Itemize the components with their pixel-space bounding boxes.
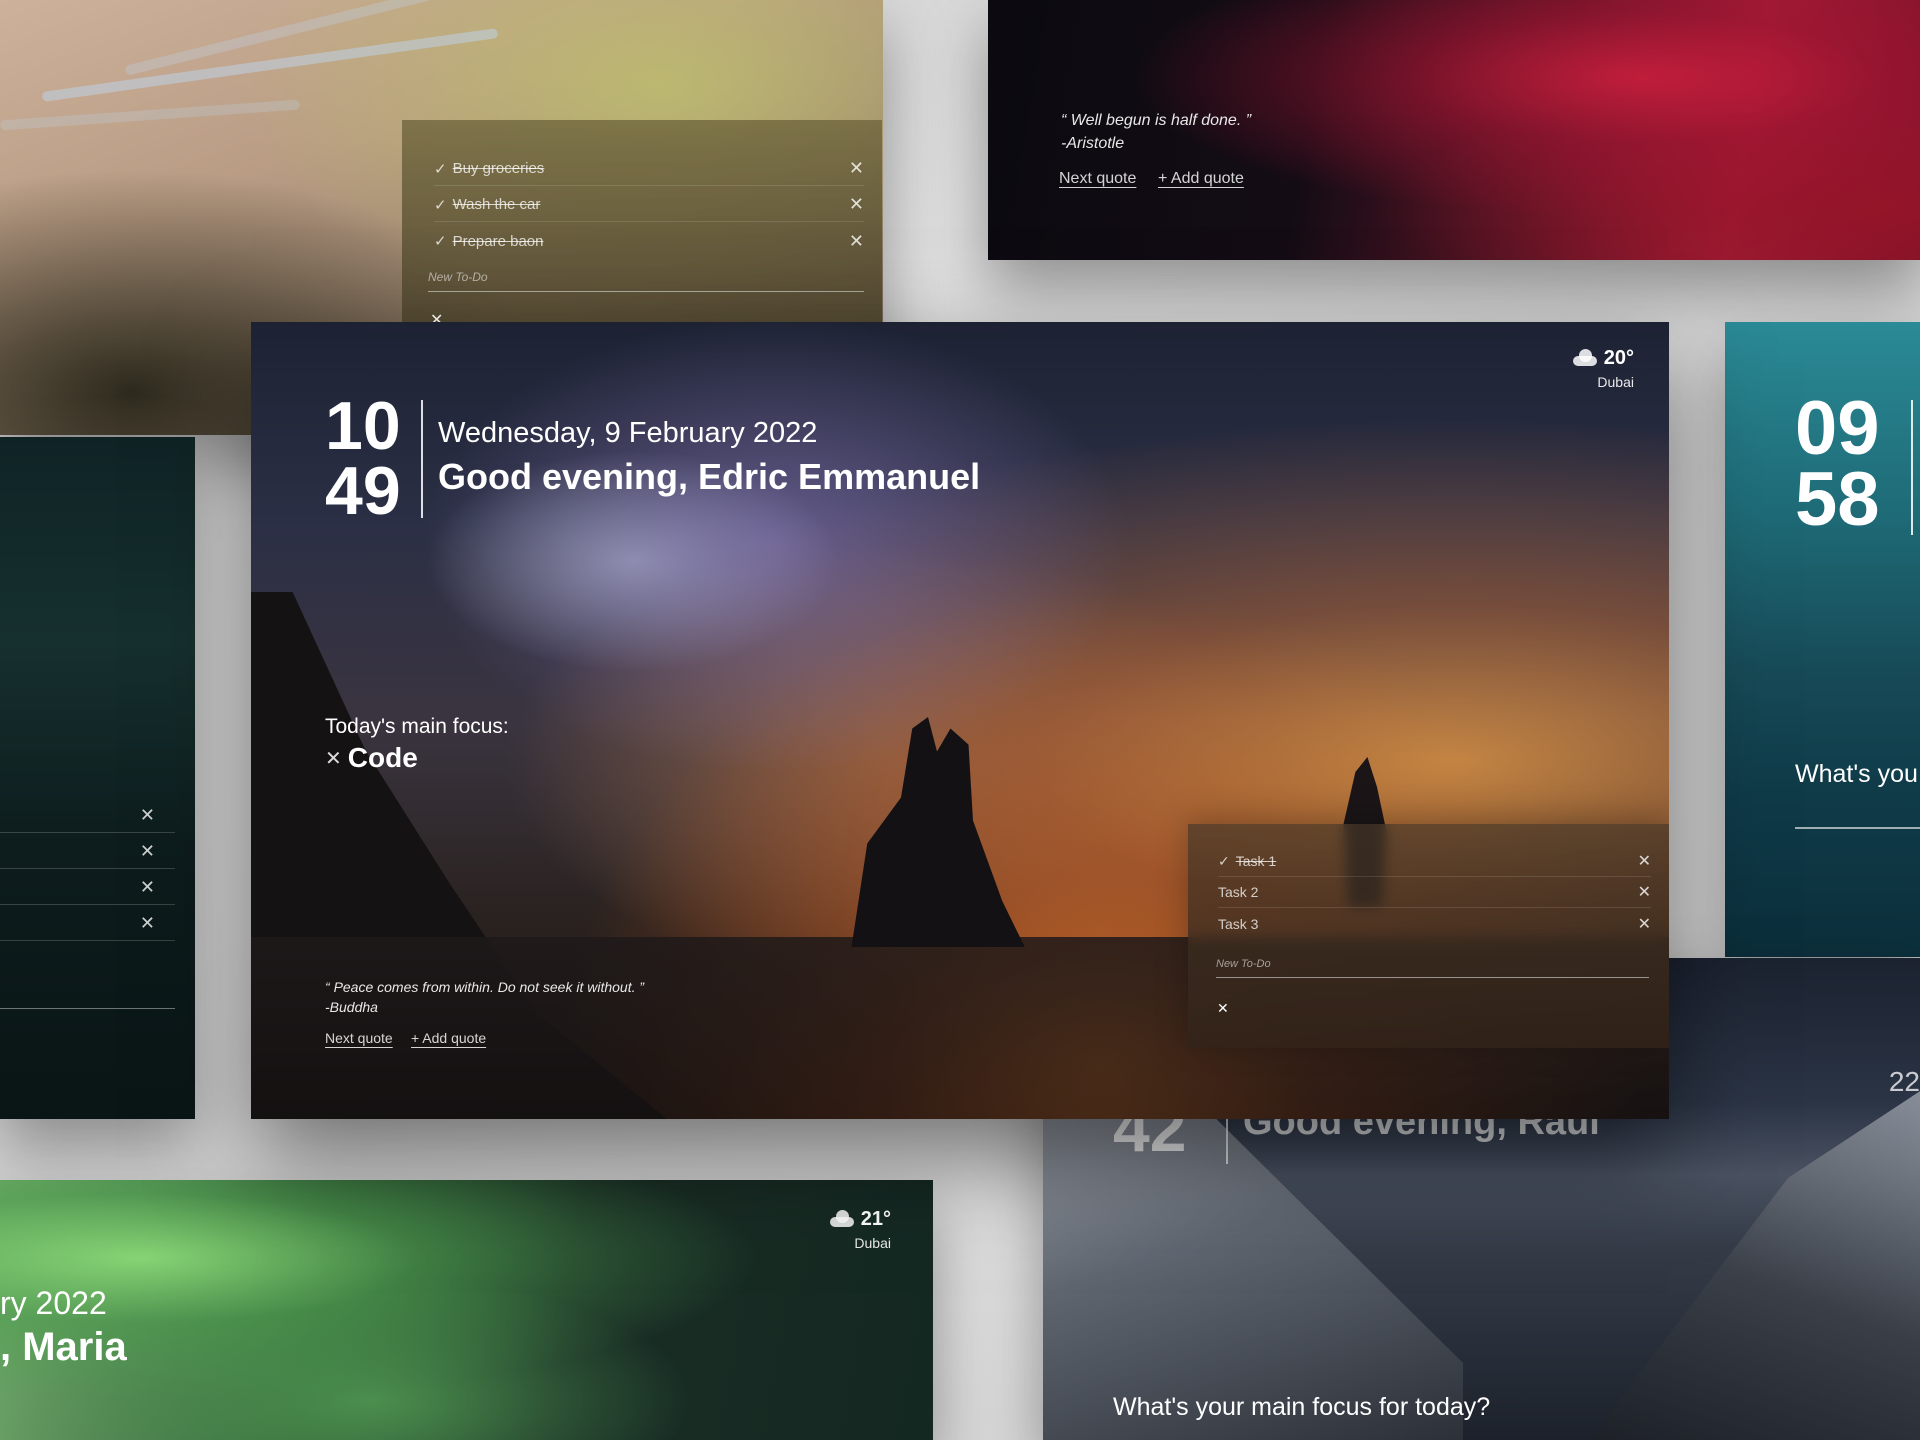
close-icon[interactable]: ✕ <box>849 231 864 252</box>
weather-temp: 21° <box>860 1208 891 1230</box>
close-icon[interactable]: ✕ <box>849 194 864 215</box>
weather-temp: 20° <box>1603 347 1634 369</box>
close-icon[interactable]: ✕ <box>140 877 155 898</box>
focus-label: Today's main focus: <box>325 715 509 738</box>
clock: 10 49 <box>325 388 401 529</box>
todo-label: Task 2 <box>1218 884 1259 900</box>
focus-text: Code <box>347 742 418 773</box>
focus-input[interactable] <box>1795 827 1920 829</box>
todo-item[interactable]: Task 3 ✕ <box>1218 908 1651 939</box>
todo-label: Buy groceries <box>452 160 545 177</box>
focus-prompt: What's you <box>1795 760 1918 788</box>
quote-author: -Aristotle <box>1061 135 1125 152</box>
focus-value: ✕ Code <box>325 742 418 774</box>
todo-item[interactable]: Task 2 ✕ <box>1218 877 1651 908</box>
next-quote-link[interactable]: Next quote <box>1059 170 1136 188</box>
mountain-ridge <box>1560 1078 1920 1440</box>
canyon-dashboard-card: “ Well begun is half done. ” -Aristotle … <box>988 0 1920 260</box>
close-icon[interactable]: ✕ <box>1638 851 1651 871</box>
todo-label: Task 3 <box>1218 915 1259 932</box>
check-icon: ✓ <box>434 196 447 214</box>
new-todo-input[interactable]: New To-Do <box>428 270 864 292</box>
date-line: Wednesday, 9 February 2022 <box>438 417 818 449</box>
close-icon[interactable]: ✕ <box>1638 914 1651 934</box>
todo-item[interactable]: ✕ <box>0 905 175 941</box>
quote-author: -Buddha <box>325 999 378 1015</box>
close-icon[interactable]: ✕ <box>325 746 342 771</box>
todo-item[interactable]: ✓ Task 1 ✕ <box>1218 846 1651 877</box>
clock-hours: 10 <box>325 388 401 464</box>
close-icon[interactable]: ✕ <box>1638 882 1651 902</box>
close-icon[interactable]: ✕ <box>849 158 864 179</box>
harbor-dashboard-card: 09 58 What's you <box>1725 322 1920 957</box>
add-quote-link[interactable]: + Add quote <box>411 1030 486 1046</box>
quote-text: “ Well begun is half done. ” <box>1061 112 1252 129</box>
clock-hours: 09 <box>1795 386 1880 471</box>
check-icon: ✓ <box>434 160 447 178</box>
close-icon[interactable]: ✕ <box>140 913 155 934</box>
cloud-icon <box>827 1210 855 1227</box>
date-line: 22 <box>1888 1066 1920 1097</box>
todo-item[interactable]: ✓ Buy groceries ✕ <box>434 152 864 186</box>
todo-item[interactable]: ✕ <box>0 797 175 833</box>
todo-item[interactable]: ✓ Prepare baon ✕ <box>434 224 864 258</box>
weather-city: Dubai <box>854 1235 891 1251</box>
todo-label: Prepare baon <box>452 232 544 250</box>
check-icon: ✓ <box>1218 852 1230 869</box>
weather-widget: 20° Dubai <box>1570 347 1634 390</box>
todo-label: Wash the car <box>452 196 541 213</box>
next-quote-link[interactable]: Next quote <box>325 1030 393 1046</box>
focus-prompt: What's your main focus for today? <box>1113 1393 1491 1421</box>
close-icon[interactable]: ✕ <box>140 805 155 826</box>
todo-label: Task 1 <box>1235 853 1277 869</box>
todo-item[interactable]: ✕ <box>0 869 175 905</box>
clock-divider <box>421 400 423 518</box>
clock-minutes: 49 <box>325 452 401 529</box>
close-icon[interactable]: ✕ <box>1217 1000 1229 1017</box>
sea-stack <box>851 717 1025 947</box>
todo-item[interactable]: ✕ <box>0 833 175 869</box>
todo-panel: ✓ Task 1 ✕ Task 2 ✕ Task 3 ✕ New To-Do ✕ <box>1188 824 1669 1048</box>
clock-minutes: 58 <box>1795 457 1880 542</box>
date-line: ry 2022 <box>0 1285 107 1321</box>
cloud-icon <box>1570 349 1598 366</box>
greeting: Good evening, Edric Emmanuel <box>438 456 981 497</box>
teal-dashboard-card: ✕ ✕ ✕ ✕ <box>0 437 195 1119</box>
new-todo-input[interactable] <box>0 973 175 1009</box>
river-streak <box>0 99 300 131</box>
todo-item[interactable]: ✓ Wash the car ✕ <box>434 188 864 222</box>
clock-divider <box>1911 400 1913 535</box>
aurora-dashboard-card: ry 2022 , Maria 21° Dubai <box>0 1180 933 1440</box>
quote-text: “ Peace comes from within. Do not seek i… <box>325 979 645 995</box>
new-todo-input[interactable]: New To-Do <box>1216 958 1649 978</box>
close-icon[interactable]: ✕ <box>140 841 155 862</box>
greeting: , Maria <box>0 1325 127 1369</box>
main-dashboard-card: 10 49 Wednesday, 9 February 2022 Good ev… <box>251 322 1669 1119</box>
weather-widget: 21° Dubai <box>827 1208 891 1251</box>
add-quote-link[interactable]: + Add quote <box>1158 170 1244 188</box>
check-icon: ✓ <box>434 233 447 250</box>
weather-city: Dubai <box>1597 374 1634 390</box>
